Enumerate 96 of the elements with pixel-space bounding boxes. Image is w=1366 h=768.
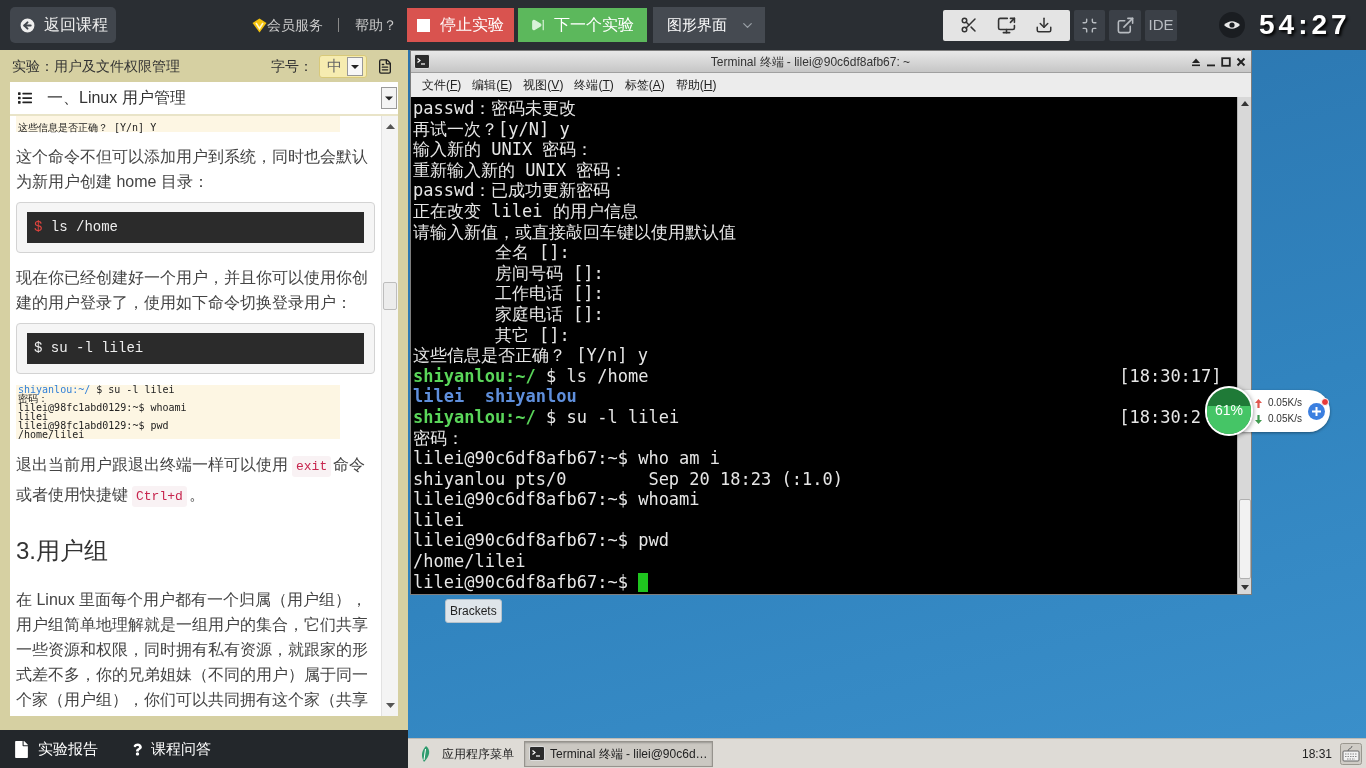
document-icon[interactable] xyxy=(377,56,393,76)
paragraph: 退出当前用户跟退出终端一样可以使用 exit 命令或者使用快捷键 Ctrl+d 。 xyxy=(16,451,374,511)
clock: 18:31 xyxy=(1301,745,1332,763)
menu-item[interactable]: 标签(A) xyxy=(624,76,665,94)
screenshot-line: lilei@98fc1abd0129:~$ whoami xyxy=(18,403,187,412)
menu-item[interactable]: 视图(V) xyxy=(523,76,564,94)
screen-share-icon[interactable] xyxy=(997,15,1016,35)
scroll-thumb[interactable] xyxy=(1238,499,1251,579)
list-icon xyxy=(17,91,33,105)
arrow-up-icon xyxy=(1255,398,1262,408)
terminal-line: 正在改变 lilei 的用户信息 xyxy=(413,200,638,222)
question-icon xyxy=(133,742,142,756)
section-heading: 3.用户组 xyxy=(16,536,108,566)
shade-icon[interactable] xyxy=(1191,56,1201,67)
paragraph: 这个命令不但可以添加用户到系统，同时也会默认为新用户创建 home 目录： xyxy=(16,147,369,192)
terminal-line: lilei@90c6df8afb67:~$ who am i xyxy=(413,448,721,469)
terminal-line: 其它 []: xyxy=(494,324,570,346)
timer: 54:27 xyxy=(1259,8,1351,42)
ide-button[interactable]: IDE xyxy=(1145,9,1177,41)
cursor-icon xyxy=(638,572,649,592)
caret-down-icon xyxy=(347,56,363,76)
terminal-line: 全名 []: xyxy=(494,242,570,263)
terminal-line: 家庭电话 []: xyxy=(494,303,604,325)
terminal-line: 输入新的 UNIX 密码： xyxy=(413,139,594,160)
member-link[interactable]: 会员服务 xyxy=(252,14,323,36)
download-icon[interactable] xyxy=(1034,16,1053,34)
font-size-label: 字号： xyxy=(271,56,313,76)
scissors-icon[interactable] xyxy=(960,16,979,34)
skip-forward-icon xyxy=(531,18,545,32)
screenshot-line: lilei xyxy=(18,412,49,421)
timestamp: [18:30:17] xyxy=(1119,365,1222,387)
file-icon xyxy=(15,740,28,758)
terminal-line: 再试一次？[y/N] y xyxy=(413,118,570,140)
timestamp: [18:30:2 xyxy=(1119,406,1202,428)
terminal-line: passwd：密码未更改 xyxy=(413,98,577,119)
terminal-line: passwd：已成功更新密码 xyxy=(413,180,611,201)
screenshot-line: 这些信息是否正确？ [Y/n] Y xyxy=(18,123,157,132)
terminal-line: lilei@90c6df8afb67:~$ pwd xyxy=(413,530,669,552)
terminal-line: lilei@90c6df8afb67:~$ whoami xyxy=(413,489,700,510)
scroll-up-icon[interactable] xyxy=(385,124,395,129)
external-link-icon xyxy=(1115,15,1135,35)
screenshot-line: 密码： xyxy=(18,394,48,403)
terminal-icon xyxy=(529,746,545,761)
download-speed: 0.05K/s xyxy=(1268,413,1302,425)
help-link[interactable]: 帮助？ xyxy=(355,14,397,36)
scroll-down-icon[interactable] xyxy=(1240,585,1249,590)
terminal-line: 房间号码 []: xyxy=(494,262,604,284)
scroll-thumb[interactable] xyxy=(383,282,397,310)
scroll-down-icon[interactable] xyxy=(385,703,395,708)
screenshot-line: shiyanlou:~/ $ su -l lilei xyxy=(18,385,175,394)
qa-link[interactable]: 课程问答 xyxy=(133,737,211,761)
menu-item[interactable]: 终端(T) xyxy=(574,76,614,94)
task-button[interactable]: Terminal 终端 - lilei@90c6d… xyxy=(524,740,713,767)
back-button[interactable]: 返回课程 xyxy=(10,7,116,43)
font-size-select[interactable]: 中 xyxy=(319,54,367,78)
screenshot-line: lilei@98fc1abd0129:~$ pwd xyxy=(18,421,169,430)
mode-select[interactable]: 图形界面 xyxy=(653,7,765,43)
app-menu-button[interactable]: 应用程序菜单 xyxy=(414,741,518,766)
add-icon[interactable] xyxy=(1307,402,1325,420)
diamond-icon xyxy=(252,17,267,33)
shrink-button[interactable] xyxy=(1074,9,1105,41)
popout-button[interactable] xyxy=(1109,9,1141,41)
stop-button[interactable]: 停止实验 xyxy=(407,8,514,42)
terminal-line: 这些信息是否正确？ [Y/n] y xyxy=(413,345,648,366)
eye-icon[interactable] xyxy=(1219,12,1245,38)
paragraph: 在 Linux 里面每个用户都有一个归属（用户组），用户组简单地理解就是一组用户的集合，它们共享一些资源和权限，同时拥有私有资源，就跟家的形式差不多，你的兄弟姐妹（不同的用户）属于同一个家（用户组），你们可以共同拥有这个家（共享 xyxy=(16,590,369,710)
paragraph: 现在你已经创建好一个用户，并且你可以使用你创建的用户登录了，使用如下命令切换登录用户： xyxy=(16,268,369,313)
terminal-line: 工作电话 []: xyxy=(494,283,604,304)
terminal-line: shiyanlou:~/ $ su -l lilei xyxy=(413,406,680,428)
upload-speed: 0.05K/s xyxy=(1268,397,1302,409)
terminal-line: shiyanlou:~/ $ ls /home xyxy=(413,365,649,387)
terminal-line: lilei@90c6df8afb67:~$ xyxy=(413,571,628,593)
lesson-title: 实验：用户及文件权限管理 xyxy=(12,56,180,76)
window-title: Terminal 终端 - lilei@90c6df8afb67: ~ xyxy=(709,53,912,71)
maximize-icon[interactable] xyxy=(1221,56,1231,67)
terminal-line: 重新输入新的 UNIX 密码： xyxy=(413,159,628,181)
screenshot-line: /home/lilei xyxy=(18,430,85,439)
terminal-line: lilei shiyanlou xyxy=(413,386,577,407)
report-link[interactable]: 实验报告 xyxy=(15,737,98,761)
shrink-icon xyxy=(1081,16,1098,34)
desktop-icon-label[interactable]: Brackets xyxy=(445,599,502,623)
close-icon[interactable] xyxy=(1236,56,1246,67)
usage-percent: 61% xyxy=(1214,402,1244,418)
terminal-line: 密码： xyxy=(413,427,464,449)
terminal-line: shiyanlou pts/0 Sep 20 18:23 (:1.0) xyxy=(413,468,843,490)
scroll-up-icon[interactable] xyxy=(1240,101,1249,106)
menu-item[interactable]: 文件(F) xyxy=(422,76,462,94)
menu-item[interactable]: 编辑(E) xyxy=(472,76,513,94)
menu-item[interactable]: 帮助(H) xyxy=(675,76,717,94)
terminal-line: lilei xyxy=(413,509,465,531)
arrow-down-icon xyxy=(1255,414,1262,424)
terminal-line: 请输入新值，或直接敲回车键以使用默认值 xyxy=(413,221,736,243)
keyboard-icon[interactable] xyxy=(1340,742,1362,765)
stop-icon xyxy=(417,18,430,32)
terminal-line: /home/lilei xyxy=(413,551,526,572)
terminal-icon xyxy=(414,54,430,69)
